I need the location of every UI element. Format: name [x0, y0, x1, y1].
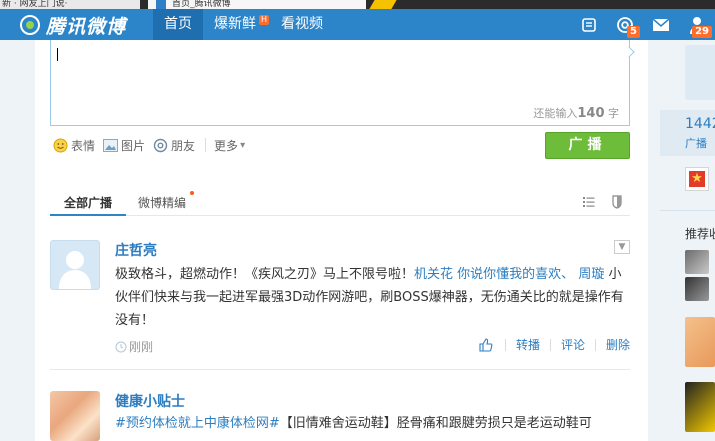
remaining-number: 140	[577, 106, 605, 121]
post-content: #预约体检就上中康体检网#【旧情难舍运动鞋】胫骨痛和跟腱劳损只是老运动鞋可	[115, 414, 635, 434]
tab-editor-picks-label: 微博精编	[138, 196, 187, 210]
post-actions: 转播 评论 删除	[479, 336, 630, 353]
notes-icon	[582, 17, 596, 32]
browser-tab-strip: 新 · 网友上门说· 首页_腾讯微博	[0, 0, 715, 9]
browser-tab-1[interactable]: 新 · 网友上门说·	[0, 0, 140, 9]
broadcast-stat[interactable]: 1442 广播	[660, 110, 715, 156]
delete-button[interactable]: 删除	[596, 336, 630, 353]
followers-count-badge: 29	[692, 26, 712, 38]
remaining-suffix: 字	[608, 107, 619, 120]
mentions-button[interactable]: 5	[607, 9, 643, 40]
nav-item-video-label: 看视频	[281, 16, 323, 32]
thumbs-up-icon	[479, 337, 493, 352]
recommended-user-avatar[interactable]	[685, 317, 715, 367]
recommended-user-avatar[interactable]	[685, 250, 709, 274]
tencent-weibo-logo[interactable]: 腾讯微博	[20, 12, 126, 38]
repost-button[interactable]: 转播	[506, 336, 550, 353]
tab-favicon-icon	[156, 0, 166, 9]
remaining-char-count: 还能输入140 字	[533, 105, 619, 121]
hot-badge: H	[258, 15, 269, 25]
new-dot	[190, 191, 195, 195]
browser-tab-1-title: 新 · 网友上门说·	[2, 0, 68, 9]
mention-link[interactable]: 你说你懂我的喜欢、	[457, 267, 574, 282]
right-sidebar: 1442 广播 ★ 推荐收听	[660, 40, 715, 441]
nav-item-home-label: 首页	[164, 16, 192, 32]
post-author[interactable]: 健康小贴士	[115, 391, 185, 411]
star-icon: ★	[689, 171, 705, 187]
tab-accent	[369, 0, 397, 9]
emoji-tool[interactable]: 表情	[53, 137, 95, 154]
sidebar-divider	[660, 210, 715, 211]
nav-item-hot-label: 爆新鲜	[214, 16, 256, 32]
text-caret	[57, 48, 58, 61]
avatar[interactable]	[50, 240, 100, 290]
post-text: 【旧情难舍运动鞋】胫骨痛和跟腱劳损只是老运动鞋可	[279, 416, 592, 431]
nav-item-home[interactable]: 首页	[153, 9, 203, 40]
composer-pointer	[623, 46, 635, 58]
feed-post: 庄哲亮 ▼ 极致格斗，超燃动作！《疾风之刃》马上不限号啦！机关花 你说你懂我的喜…	[50, 240, 630, 370]
image-tool[interactable]: 图片	[103, 137, 145, 154]
toolbar-divider	[205, 138, 207, 152]
mention-link[interactable]: 机关花	[414, 267, 453, 282]
mail-icon	[652, 17, 670, 31]
browser-tab-2[interactable]: 首页_腾讯微博	[148, 0, 366, 9]
feed-post: 健康小贴士 #预约体检就上中康体检网#【旧情难舍运动鞋】胫骨痛和跟腱劳损只是老运…	[50, 391, 630, 441]
nav-item-video[interactable]: 看视频	[270, 9, 334, 40]
main-nav: 首页 爆新鲜 H 看视频	[153, 9, 334, 40]
remaining-prefix: 还能输入	[533, 107, 578, 120]
post-menu-dropdown[interactable]: ▼	[614, 240, 630, 254]
user-menu-button[interactable]: 29	[679, 9, 715, 40]
main-column: 还能输入140 字 表情 图片 朋友 更多 广播 全部广播 微博精编 庄哲亮 ▼…	[35, 40, 648, 441]
compose-textarea[interactable]: 还能输入140 字	[50, 40, 635, 126]
friend-tool[interactable]: 朋友	[153, 137, 195, 154]
broadcast-label: 广播	[685, 137, 707, 150]
logo-text: 腾讯微博	[46, 15, 127, 38]
mention-link[interactable]: 周璇	[578, 267, 604, 282]
post-content: 极致格斗，超燃动作！《疾风之刃》马上不限号啦！机关花 你说你懂我的喜欢、 周璇 …	[115, 263, 630, 332]
feed-tabs: 全部广播 微博精编	[50, 188, 630, 216]
filter-shield-icon[interactable]	[610, 195, 624, 209]
top-nav: 腾讯微博 首页 爆新鲜 H 看视频 5 29	[0, 9, 715, 40]
list-view-icon[interactable]	[582, 195, 596, 209]
post-author[interactable]: 庄哲亮	[115, 240, 157, 260]
notes-button[interactable]	[571, 9, 607, 40]
recommend-heading: 推荐收听	[685, 227, 715, 241]
composer-toolbar: 表情 图片 朋友 更多	[53, 136, 253, 154]
broadcast-button[interactable]: 广播	[545, 132, 630, 159]
browser-tab-2-title: 首页_腾讯微博	[172, 0, 231, 9]
image-icon	[103, 138, 119, 152]
emoji-tool-label: 表情	[71, 138, 96, 153]
vip-badge[interactable]: ★	[685, 167, 709, 191]
mail-button[interactable]	[643, 9, 679, 40]
at-friend-icon	[153, 138, 168, 152]
clock-icon	[115, 341, 127, 352]
more-tools-dropdown[interactable]: 更多	[214, 137, 245, 154]
nav-item-hot[interactable]: 爆新鲜 H	[203, 9, 270, 40]
post-text-part-a: 极致格斗，超燃动作！《疾风之刃》马上不限号啦！	[115, 267, 415, 282]
more-tools-label: 更多	[214, 138, 239, 153]
smiley-icon	[53, 138, 68, 152]
default-avatar-icon	[59, 251, 91, 289]
hashtag-link[interactable]: #预约体检就上中康体检网#	[115, 416, 280, 431]
broadcast-count: 1442	[685, 116, 715, 132]
avatar[interactable]	[50, 391, 100, 441]
profile-avatar[interactable]	[685, 45, 715, 100]
tab-editor-picks[interactable]: 微博精编	[138, 191, 195, 211]
tab-all-broadcasts[interactable]: 全部广播	[50, 194, 126, 216]
post-meta: 刚刚	[115, 338, 153, 355]
recommended-user-avatar[interactable]	[685, 277, 709, 301]
recommended-user-avatar[interactable]	[685, 382, 715, 432]
mentions-count-badge: 5	[627, 26, 640, 38]
comment-button[interactable]: 评论	[551, 336, 595, 353]
image-tool-label: 图片	[121, 138, 146, 153]
logo-icon	[20, 15, 40, 35]
nav-right-icons: 5 29	[571, 9, 715, 40]
like-button[interactable]	[479, 337, 505, 352]
post-time[interactable]: 刚刚	[129, 338, 153, 355]
friend-tool-label: 朋友	[171, 138, 196, 153]
